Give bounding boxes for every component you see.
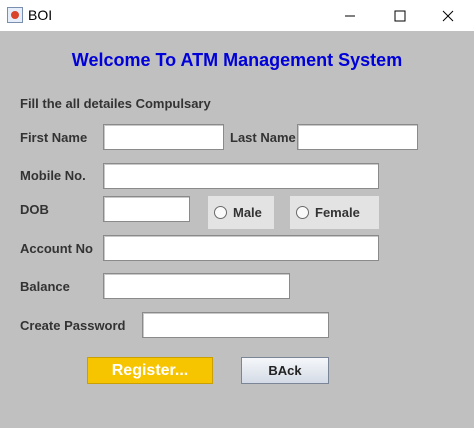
page-title: Welcome To ATM Management System [71, 50, 403, 70]
first-name-input[interactable] [104, 125, 223, 149]
first-name-field[interactable] [103, 124, 224, 150]
registration-window: BOI Welcome To ATM Management System Fil… [0, 0, 474, 428]
mobile-label: Mobile No. [20, 168, 86, 183]
java-app-icon [7, 7, 23, 23]
last-name-label: Last Name [230, 130, 296, 145]
create-password-label: Create Password [20, 318, 126, 333]
gender-male-radio[interactable]: Male [208, 196, 274, 229]
mobile-field[interactable] [103, 163, 379, 189]
last-name-input[interactable] [298, 125, 417, 149]
create-password-input[interactable] [143, 313, 328, 337]
account-no-field[interactable] [103, 235, 379, 261]
title-bar: BOI [0, 0, 474, 31]
gender-male-label: Male [233, 205, 262, 220]
balance-label: Balance [20, 279, 70, 294]
account-no-label: Account No [20, 241, 93, 256]
close-button[interactable] [425, 0, 471, 31]
register-button[interactable]: Register... [87, 357, 213, 384]
minimize-icon [345, 15, 355, 16]
window-title: BOI [28, 7, 53, 23]
first-name-label: First Name [20, 130, 88, 145]
dob-label: DOB [20, 202, 49, 217]
create-password-field[interactable] [142, 312, 329, 338]
close-icon [442, 10, 454, 21]
dob-input[interactable] [104, 197, 189, 221]
instruction-note: Fill the all detailes Compulsary [20, 96, 211, 111]
back-button[interactable]: BAck [241, 357, 329, 384]
minimize-button[interactable] [327, 0, 373, 31]
gender-female-label: Female [315, 205, 360, 220]
mobile-input[interactable] [104, 164, 378, 188]
maximize-icon [394, 10, 406, 21]
last-name-field[interactable] [297, 124, 418, 150]
dob-field[interactable] [103, 196, 190, 222]
radio-unchecked-icon [296, 206, 309, 219]
radio-unchecked-icon [214, 206, 227, 219]
balance-input[interactable] [104, 274, 289, 298]
gender-female-radio[interactable]: Female [290, 196, 379, 229]
maximize-button[interactable] [377, 0, 423, 31]
balance-field[interactable] [103, 273, 290, 299]
account-no-input[interactable] [104, 236, 378, 260]
